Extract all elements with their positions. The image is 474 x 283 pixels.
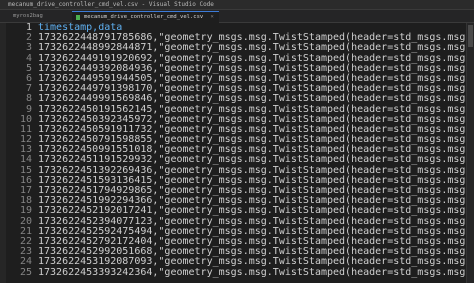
line-number-gutter: 1 2 3 4 5 6 7 8 9 10 11 12 13 14 15 16 17 18 19 20 21 22 23 24 2…: [6, 22, 36, 283]
line-number: 24: [19, 256, 32, 268]
workspace-tab[interactable]: myros2bag: [10, 12, 46, 21]
tab-csv-file[interactable]: mecanum_drive_controller_cmd_vel.csv ×: [72, 11, 219, 23]
code-editor[interactable]: 1 2 3 4 5 6 7 8 9 10 11 12 13 14 15 16 17 18 19 20 21 22 23 24 2…: [0, 22, 474, 283]
close-icon[interactable]: ×: [211, 14, 214, 20]
title-bar: mecanum_drive_controller_cmd_vel.csv - V…: [0, 0, 474, 10]
vertical-scrollbar[interactable]: [466, 23, 474, 283]
tab-bar: myros2bag mecanum_drive_controller_cmd_v…: [0, 10, 474, 23]
editor-window: mecanum_drive_controller_cmd_vel.csv - V…: [0, 0, 474, 283]
window-title: mecanum_drive_controller_cmd_vel.csv - V…: [8, 1, 214, 8]
code-area[interactable]: timestamp,data 1732622448791785686,"geome…: [38, 23, 468, 283]
tab-label: mecanum_drive_controller_cmd_vel.csv: [84, 14, 204, 20]
csv-data-line[interactable]: 1732622453393242364,"geometry_msgs.msg.T…: [38, 267, 468, 278]
csv-data-line[interactable]: 1732622449991569846,"geometry_msgs.msg.T…: [38, 94, 468, 104]
line-number: 25: [19, 266, 32, 278]
csv-data-line[interactable]: 1732622453192087093,"geometry_msgs.msg.T…: [38, 257, 468, 267]
line-number: 8: [25, 93, 32, 105]
csv-file-icon: [76, 15, 80, 20]
scrollbar-thumb[interactable]: [468, 25, 473, 47]
